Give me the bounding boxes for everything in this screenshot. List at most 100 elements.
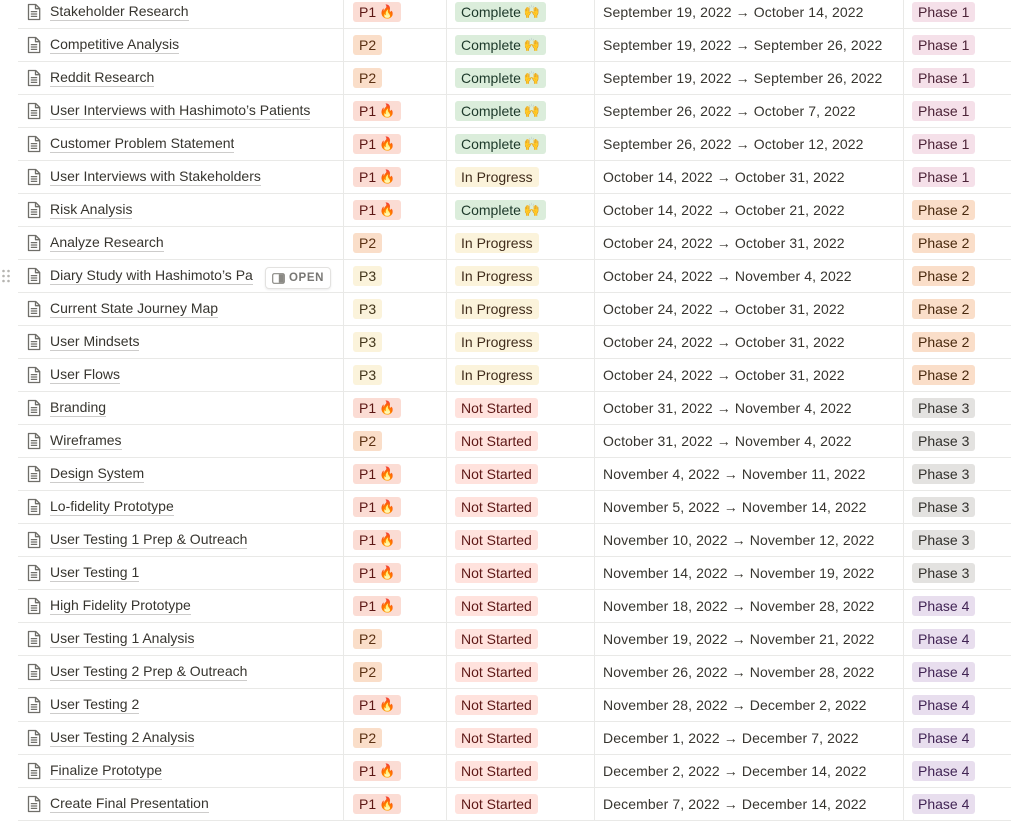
phase-cell[interactable]: Phase 2 xyxy=(903,326,1011,358)
table-row[interactable]: User Testing 1 P1 🔥 Not Started November… xyxy=(18,557,1011,590)
priority-cell[interactable]: P2 xyxy=(343,425,446,457)
task-name-cell[interactable]: Stakeholder Research xyxy=(18,0,343,28)
task-name-link[interactable]: User Flows xyxy=(50,366,121,384)
table-row[interactable]: User Testing 2 Analysis P2 Not Started D… xyxy=(18,722,1011,755)
date-range-cell[interactable]: September 26, 2022 → October 12, 2022 xyxy=(594,128,903,160)
priority-cell[interactable]: P2 xyxy=(343,623,446,655)
table-row[interactable]: Competitive Analysis P2 Complete 🙌 Septe… xyxy=(18,29,1011,62)
date-range-cell[interactable]: October 14, 2022 → October 31, 2022 xyxy=(594,161,903,193)
table-row[interactable]: Lo-fidelity Prototype P1 🔥 Not Started N… xyxy=(18,491,1011,524)
status-cell[interactable]: Not Started xyxy=(446,590,594,622)
status-cell[interactable]: Not Started xyxy=(446,557,594,589)
table-row[interactable]: Create Final Presentation P1 🔥 Not Start… xyxy=(18,788,1011,821)
priority-cell[interactable]: P2 xyxy=(343,722,446,754)
phase-cell[interactable]: Phase 3 xyxy=(903,425,1011,457)
task-name-cell[interactable]: Branding xyxy=(18,392,343,424)
task-name-link[interactable]: User Testing 1 xyxy=(50,564,140,582)
task-name-link[interactable]: Customer Problem Statement xyxy=(50,135,235,153)
task-name-cell[interactable]: Design System xyxy=(18,458,343,490)
phase-cell[interactable]: Phase 4 xyxy=(903,590,1011,622)
status-cell[interactable]: Complete 🙌 xyxy=(446,62,594,94)
task-name-cell[interactable]: Analyze Research xyxy=(18,227,343,259)
table-row[interactable]: Finalize Prototype P1 🔥 Not Started Dece… xyxy=(18,755,1011,788)
task-name-cell[interactable]: User Mindsets xyxy=(18,326,343,358)
date-range-cell[interactable]: September 26, 2022 → October 7, 2022 xyxy=(594,95,903,127)
task-name-link[interactable]: User Interviews with Hashimoto’s Patient… xyxy=(50,102,311,120)
phase-cell[interactable]: Phase 1 xyxy=(903,161,1011,193)
status-cell[interactable]: Not Started xyxy=(446,425,594,457)
status-cell[interactable]: Not Started xyxy=(446,392,594,424)
priority-cell[interactable]: P2 xyxy=(343,656,446,688)
status-cell[interactable]: In Progress xyxy=(446,161,594,193)
date-range-cell[interactable]: October 31, 2022 → November 4, 2022 xyxy=(594,392,903,424)
task-name-link[interactable]: User Testing 1 Analysis xyxy=(50,630,195,648)
table-row[interactable]: User Interviews with Hashimoto’s Patient… xyxy=(18,95,1011,128)
phase-cell[interactable]: Phase 4 xyxy=(903,755,1011,787)
task-name-link[interactable]: Current State Journey Map xyxy=(50,300,219,318)
table-row[interactable]: Stakeholder Research P1 🔥 Complete 🙌 Sep… xyxy=(18,0,1011,29)
date-range-cell[interactable]: November 4, 2022 → November 11, 2022 xyxy=(594,458,903,490)
task-name-cell[interactable]: User Flows xyxy=(18,359,343,391)
date-range-cell[interactable]: September 19, 2022 → October 14, 2022 xyxy=(594,0,903,28)
phase-cell[interactable]: Phase 4 xyxy=(903,689,1011,721)
task-name-cell[interactable]: User Testing 2 xyxy=(18,689,343,721)
task-name-link[interactable]: Finalize Prototype xyxy=(50,762,163,780)
date-range-cell[interactable]: October 24, 2022 → October 31, 2022 xyxy=(594,359,903,391)
priority-cell[interactable]: P2 xyxy=(343,62,446,94)
task-name-cell[interactable]: Lo-fidelity Prototype xyxy=(18,491,343,523)
table-row[interactable]: Branding P1 🔥 Not Started October 31, 20… xyxy=(18,392,1011,425)
priority-cell[interactable]: P1 🔥 xyxy=(343,524,446,556)
phase-cell[interactable]: Phase 2 xyxy=(903,227,1011,259)
task-name-link[interactable]: Reddit Research xyxy=(50,69,155,87)
table-row[interactable]: Analyze Research P2 In Progress October … xyxy=(18,227,1011,260)
table-row[interactable]: User Testing 2 Prep & Outreach P2 Not St… xyxy=(18,656,1011,689)
status-cell[interactable]: Complete 🙌 xyxy=(446,29,594,61)
date-range-cell[interactable]: October 24, 2022 → October 31, 2022 xyxy=(594,293,903,325)
drag-handle-icon[interactable] xyxy=(1,269,11,283)
table-row[interactable]: User Testing 1 Analysis P2 Not Started N… xyxy=(18,623,1011,656)
phase-cell[interactable]: Phase 1 xyxy=(903,29,1011,61)
priority-cell[interactable]: P2 xyxy=(343,29,446,61)
date-range-cell[interactable]: November 10, 2022 → November 12, 2022 xyxy=(594,524,903,556)
task-name-link[interactable]: Competitive Analysis xyxy=(50,36,180,54)
phase-cell[interactable]: Phase 4 xyxy=(903,722,1011,754)
task-name-link[interactable]: User Testing 2 Prep & Outreach xyxy=(50,663,248,681)
date-range-cell[interactable]: October 24, 2022 → November 4, 2022 xyxy=(594,260,903,292)
date-range-cell[interactable]: December 1, 2022 → December 7, 2022 xyxy=(594,722,903,754)
task-name-cell[interactable]: Current State Journey Map xyxy=(18,293,343,325)
priority-cell[interactable]: P1 🔥 xyxy=(343,557,446,589)
status-cell[interactable]: Complete 🙌 xyxy=(446,0,594,28)
task-name-link[interactable]: Risk Analysis xyxy=(50,201,133,219)
status-cell[interactable]: Not Started xyxy=(446,623,594,655)
task-name-cell[interactable]: Customer Problem Statement xyxy=(18,128,343,160)
priority-cell[interactable]: P1 🔥 xyxy=(343,755,446,787)
date-range-cell[interactable]: December 7, 2022 → December 14, 2022 xyxy=(594,788,903,820)
date-range-cell[interactable]: November 19, 2022 → November 21, 2022 xyxy=(594,623,903,655)
table-row[interactable]: Risk Analysis P1 🔥 Complete 🙌 October 14… xyxy=(18,194,1011,227)
date-range-cell[interactable]: October 14, 2022 → October 21, 2022 xyxy=(594,194,903,226)
status-cell[interactable]: Not Started xyxy=(446,722,594,754)
priority-cell[interactable]: P1 🔥 xyxy=(343,161,446,193)
date-range-cell[interactable]: November 5, 2022 → November 14, 2022 xyxy=(594,491,903,523)
priority-cell[interactable]: P1 🔥 xyxy=(343,590,446,622)
task-name-link[interactable]: Lo-fidelity Prototype xyxy=(50,498,174,516)
status-cell[interactable]: Not Started xyxy=(446,491,594,523)
table-row[interactable]: High Fidelity Prototype P1 🔥 Not Started… xyxy=(18,590,1011,623)
task-name-link[interactable]: Wireframes xyxy=(50,432,122,450)
phase-cell[interactable]: Phase 1 xyxy=(903,62,1011,94)
task-name-cell[interactable]: Wireframes xyxy=(18,425,343,457)
status-cell[interactable]: In Progress xyxy=(446,260,594,292)
date-range-cell[interactable]: December 2, 2022 → December 14, 2022 xyxy=(594,755,903,787)
status-cell[interactable]: Not Started xyxy=(446,458,594,490)
task-name-cell[interactable]: User Testing 2 Analysis xyxy=(18,722,343,754)
phase-cell[interactable]: Phase 3 xyxy=(903,524,1011,556)
task-name-link[interactable]: Analyze Research xyxy=(50,234,164,252)
status-cell[interactable]: In Progress xyxy=(446,293,594,325)
date-range-cell[interactable]: September 19, 2022 → September 26, 2022 xyxy=(594,29,903,61)
task-name-link[interactable]: User Testing 1 Prep & Outreach xyxy=(50,531,248,549)
status-cell[interactable]: In Progress xyxy=(446,326,594,358)
priority-cell[interactable]: P1 🔥 xyxy=(343,788,446,820)
date-range-cell[interactable]: October 24, 2022 → October 31, 2022 xyxy=(594,326,903,358)
task-name-link[interactable]: User Mindsets xyxy=(50,333,140,351)
task-name-cell[interactable]: Competitive Analysis xyxy=(18,29,343,61)
